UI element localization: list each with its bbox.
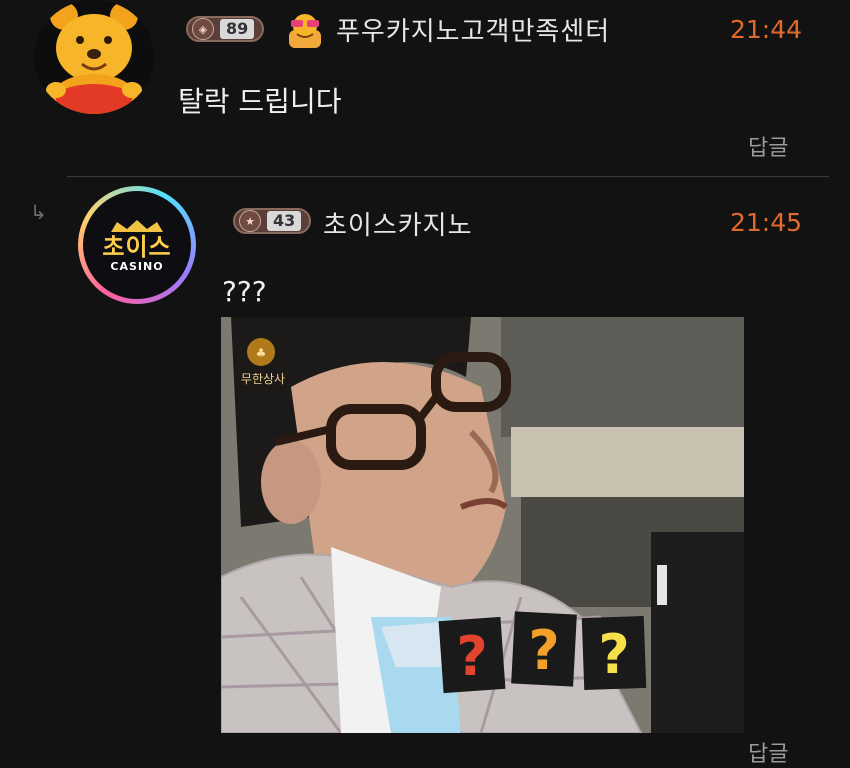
comment-text: ??? xyxy=(222,275,267,308)
divider xyxy=(67,176,829,177)
reply-button[interactable]: 답글 xyxy=(748,736,788,768)
level-number: 89 xyxy=(220,19,255,39)
overlay-question-2: ? xyxy=(528,619,559,682)
avatar-brand-text: 초이스 xyxy=(102,232,172,261)
avatar-brand-subtext: CASINO xyxy=(110,259,164,273)
level-number: 43 xyxy=(267,211,302,231)
reply-arrow-icon: ↳ xyxy=(30,200,47,224)
avatar-logo: 초이스 CASINO xyxy=(83,191,191,299)
logo-mark: ♣ xyxy=(256,346,267,360)
timestamp: 21:45 xyxy=(730,208,803,237)
username[interactable]: 초이스카지노 xyxy=(323,205,473,242)
avatar[interactable] xyxy=(34,0,154,114)
level-badge: ◈ 89 xyxy=(186,16,265,42)
rank-shield-icon: ◈ xyxy=(192,18,214,40)
user-mini-icon xyxy=(283,10,327,50)
overlay-question-1: ? xyxy=(456,625,487,688)
pooh-avatar-icon xyxy=(46,2,142,114)
avatar[interactable]: 초이스 CASINO xyxy=(78,186,196,304)
username[interactable]: 푸우카지노고객만족센터 xyxy=(336,11,610,48)
logo-text: 무한상사 xyxy=(241,372,285,386)
reply-button[interactable]: 답글 xyxy=(748,130,788,162)
comment-text: 탈락 드립니다 xyxy=(178,85,342,118)
crown-icon xyxy=(111,219,163,232)
overlay-question-3: ? xyxy=(598,623,629,686)
attached-image[interactable]: ♣ 무한상사 ? ? ? xyxy=(221,317,744,733)
timestamp: 21:44 xyxy=(730,15,803,44)
rank-shield-icon: ★ xyxy=(239,210,261,232)
meme-image: ♣ 무한상사 ? ? ? xyxy=(221,317,744,733)
level-badge: ★ 43 xyxy=(233,208,312,234)
